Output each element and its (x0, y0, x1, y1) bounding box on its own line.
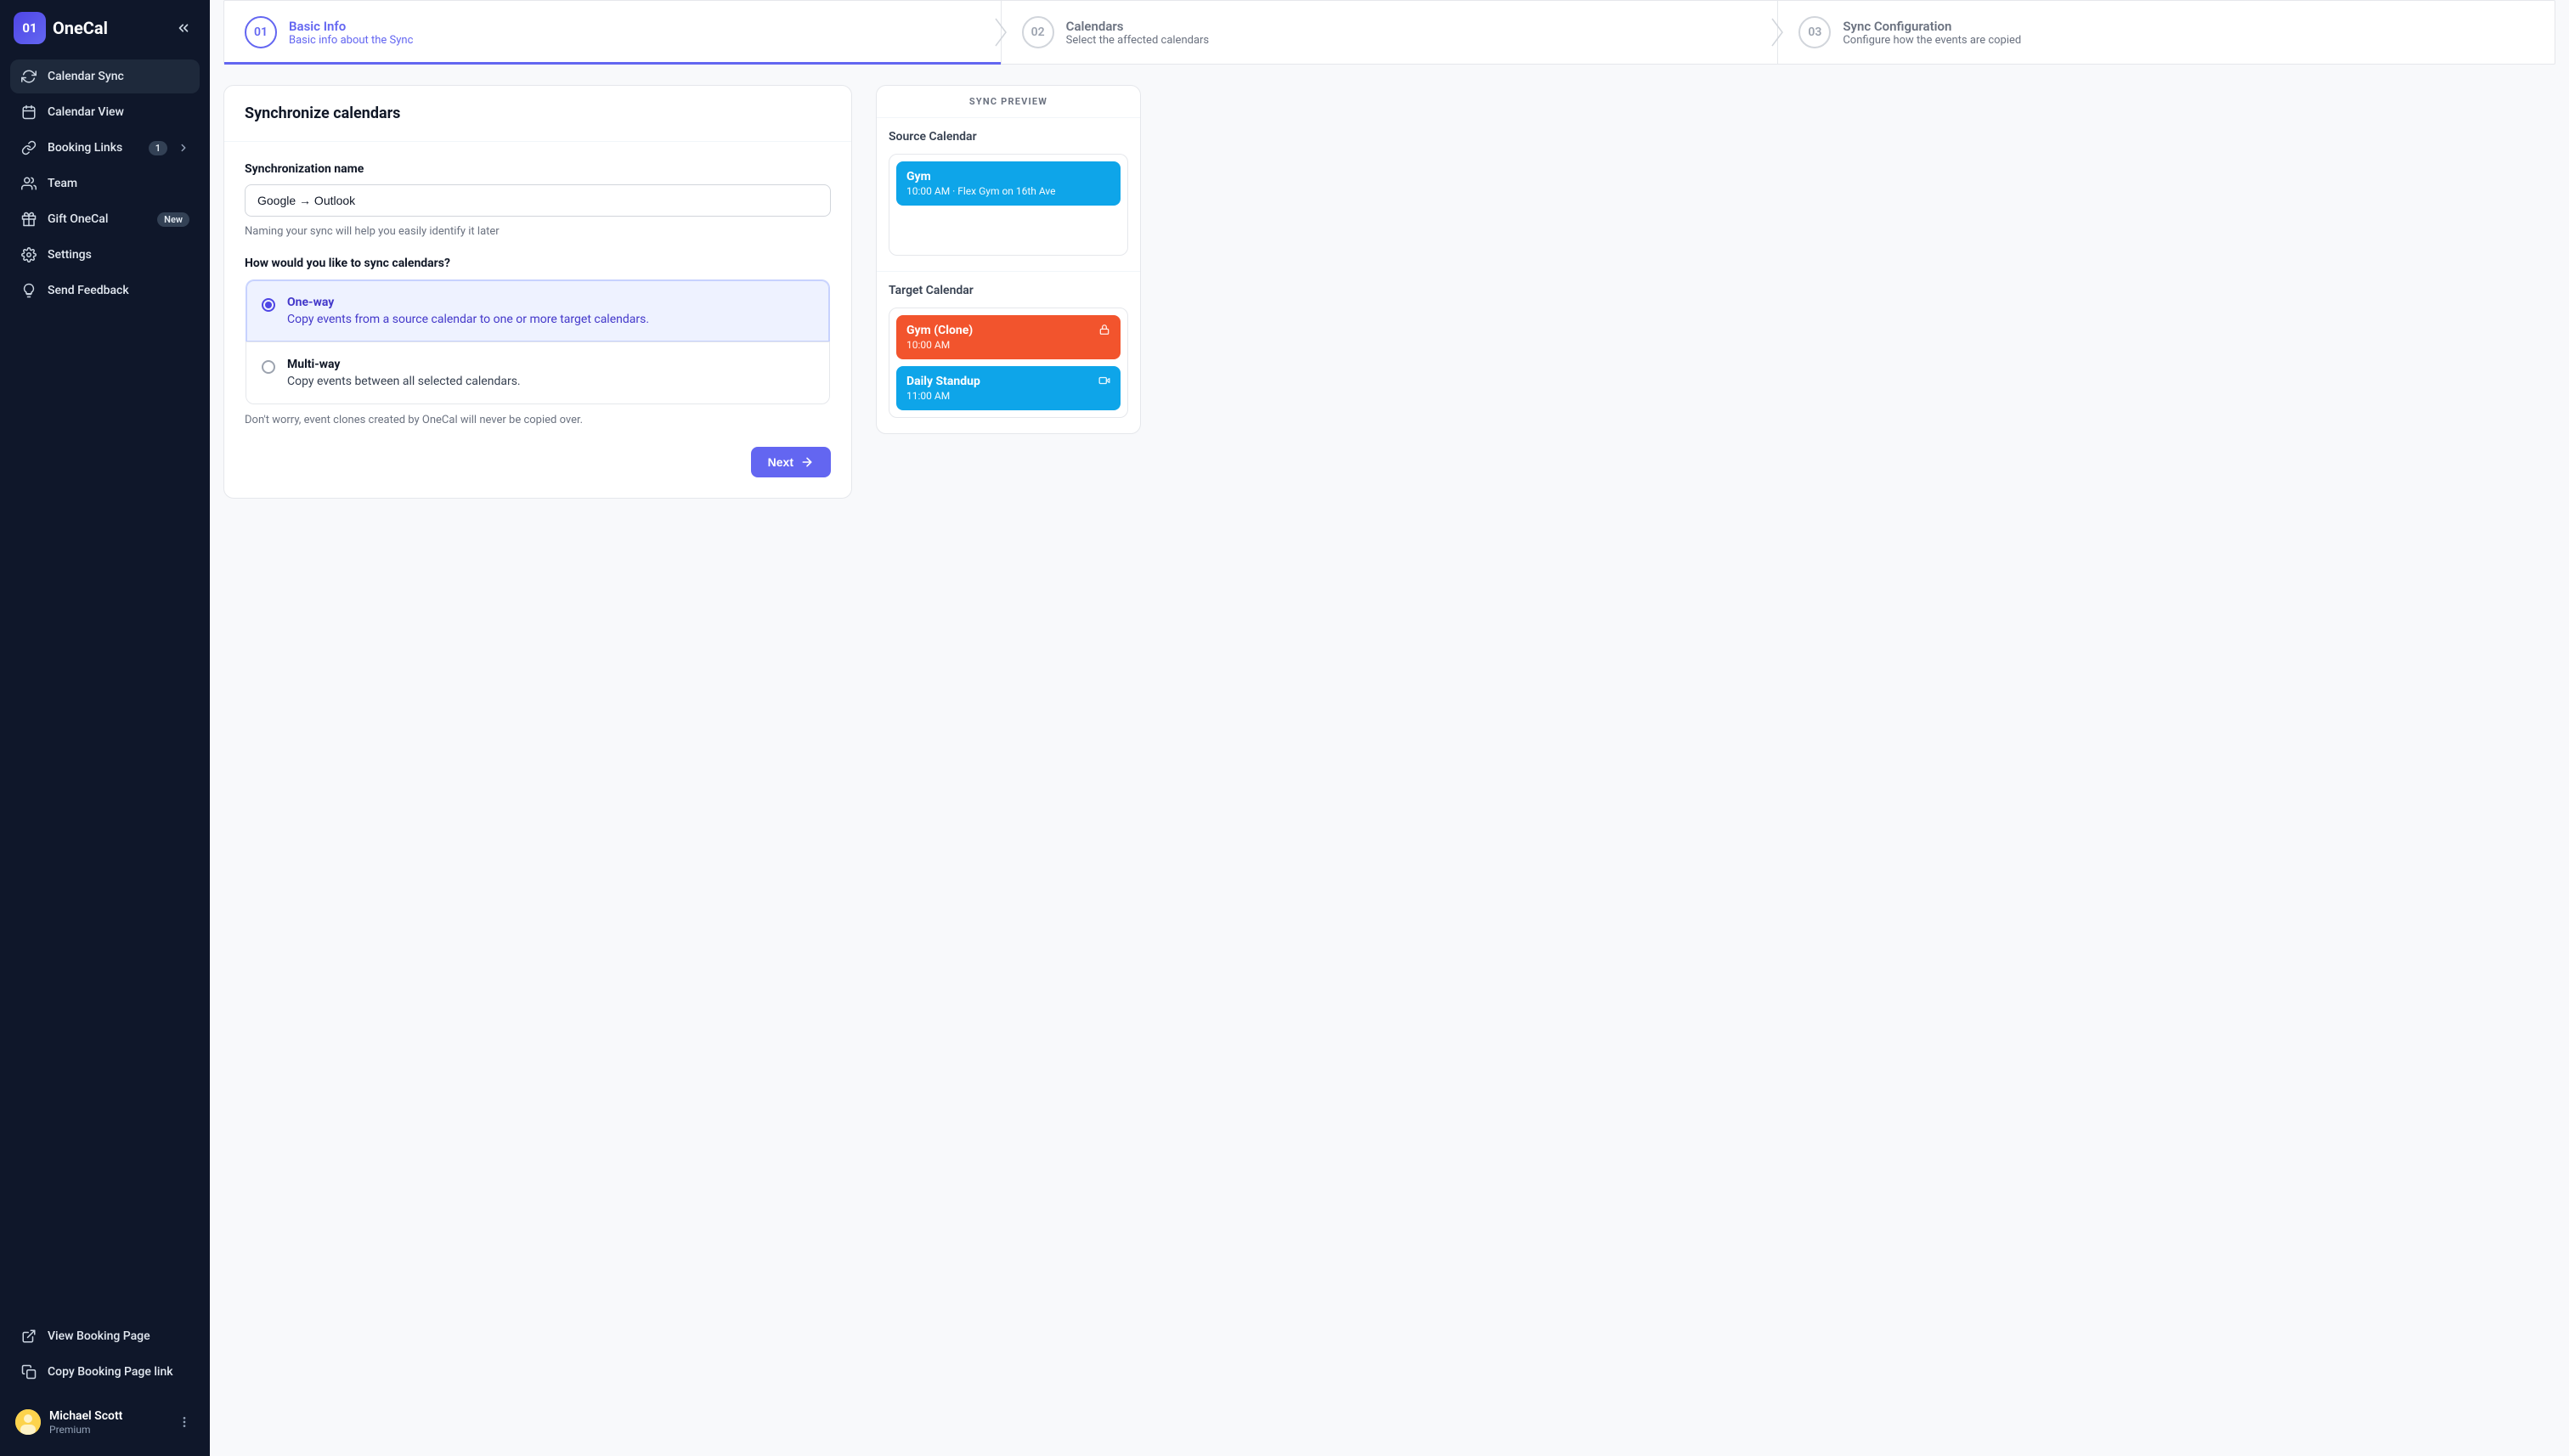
target-calendar-box: Gym (Clone) 10:00 AM Daily Standup 11:00… (889, 308, 1128, 418)
nav-team[interactable]: Team (10, 166, 200, 200)
nav-calendar-sync[interactable]: Calendar Sync (10, 59, 200, 93)
gift-icon (20, 211, 37, 228)
event-sub: 10:00 AM · Flex Gym on 16th Ave (906, 185, 1056, 197)
calendar-icon (20, 104, 37, 121)
avatar[interactable] (15, 1409, 41, 1435)
step-calendars[interactable]: 02 Calendars Select the affected calenda… (1002, 1, 1779, 64)
bulb-icon (20, 282, 37, 299)
nav-label: Calendar Sync (48, 70, 124, 83)
nav-label: Gift OneCal (48, 212, 108, 226)
field-sync-mode: How would you like to sync calendars? On… (245, 257, 831, 426)
user-menu-button[interactable] (174, 1412, 195, 1432)
step-basic-info[interactable]: 01 Basic Info Basic info about the Sync (224, 1, 1002, 64)
arrow-right-icon (800, 455, 814, 469)
logo-text: OneCal (53, 18, 108, 38)
step-title: Basic Info (289, 19, 413, 34)
stepper: 01 Basic Info Basic info about the Sync … (223, 0, 2555, 65)
nav-label: Team (48, 177, 77, 190)
gear-icon (20, 246, 37, 263)
event-card: Gym (Clone) 10:00 AM (896, 315, 1121, 359)
step-number: 02 (1022, 16, 1054, 48)
video-icon (1098, 375, 1110, 387)
nav-view-booking-page[interactable]: View Booking Page (10, 1319, 200, 1353)
lock-icon (1098, 324, 1110, 336)
option-desc: Copy events between all selected calenda… (287, 375, 521, 388)
step-subtitle: Configure how the events are copied (1843, 34, 2021, 47)
badge-count: 1 (149, 141, 167, 155)
step-number: 03 (1798, 16, 1831, 48)
next-button-label: Next (768, 455, 793, 469)
sync-name-input[interactable] (245, 184, 831, 217)
source-label: Source Calendar (889, 130, 1128, 144)
option-title: Multi-way (287, 358, 521, 371)
option-title: One-way (287, 296, 649, 309)
nav-label: Copy Booking Page link (48, 1365, 173, 1379)
user-row: Michael Scott Premium (10, 1401, 200, 1444)
chevron-double-left-icon (176, 20, 191, 36)
user-plan: Premium (49, 1424, 122, 1436)
field-label: Synchronization name (245, 162, 831, 176)
step-sync-config[interactable]: 03 Sync Configuration Configure how the … (1778, 1, 2555, 64)
chevron-right-icon (178, 142, 189, 154)
field-sync-name: Synchronization name Naming your sync wi… (245, 162, 831, 238)
form-heading: Synchronize calendars (245, 104, 831, 122)
target-calendar-section: Target Calendar Gym (Clone) 10:00 AM (877, 272, 1140, 433)
link-icon (20, 139, 37, 156)
event-sub: 10:00 AM (906, 339, 973, 351)
sync-icon (20, 68, 37, 85)
nav-gift[interactable]: Gift OneCal New (10, 202, 200, 236)
nav-label: Send Feedback (48, 284, 129, 297)
step-title: Calendars (1066, 19, 1209, 34)
nav-feedback[interactable]: Send Feedback (10, 274, 200, 308)
collapse-sidebar-button[interactable] (171, 15, 196, 41)
source-calendar-box: Gym 10:00 AM · Flex Gym on 16th Ave (889, 154, 1128, 256)
preview-title: SYNC PREVIEW (877, 86, 1140, 118)
event-card: Gym 10:00 AM · Flex Gym on 16th Ave (896, 161, 1121, 206)
nav-label: View Booking Page (48, 1329, 150, 1343)
sync-preview-card: SYNC PREVIEW Source Calendar Gym 10:00 A… (876, 85, 1141, 434)
nav-label: Booking Links (48, 141, 122, 155)
main: 01 Basic Info Basic info about the Sync … (210, 0, 2569, 1456)
step-subtitle: Select the affected calendars (1066, 34, 1209, 47)
step-title: Sync Configuration (1843, 19, 2021, 34)
team-icon (20, 175, 37, 192)
step-subtitle: Basic info about the Sync (289, 34, 413, 47)
radio-one-way[interactable]: One-way Copy events from a source calend… (246, 279, 830, 342)
user-name: Michael Scott (49, 1409, 122, 1424)
logo[interactable]: 01 OneCal (14, 12, 108, 44)
primary-nav: Calendar Sync Calendar View Booking Link… (10, 59, 200, 308)
nav-booking-links[interactable]: Booking Links 1 (10, 131, 200, 165)
step-number: 01 (245, 16, 277, 48)
radio-indicator (262, 298, 275, 312)
nav-label: Calendar View (48, 105, 124, 119)
nav-copy-booking-link[interactable]: Copy Booking Page link (10, 1355, 200, 1389)
next-button[interactable]: Next (751, 447, 831, 477)
dots-vertical-icon (178, 1415, 191, 1429)
radio-multi-way[interactable]: Multi-way Copy events between all select… (246, 341, 830, 404)
event-title: Daily Standup (906, 375, 980, 388)
source-calendar-section: Source Calendar Gym 10:00 AM · Flex Gym … (877, 118, 1140, 272)
sync-form-card: Synchronize calendars Synchronization na… (223, 85, 852, 499)
event-title: Gym (906, 170, 1056, 183)
radio-indicator (262, 360, 275, 374)
nav-label: Settings (48, 248, 92, 262)
sidebar: 01 OneCal Calendar Sync Calendar View Bo… (0, 0, 210, 1456)
copy-icon (20, 1363, 37, 1380)
nav-settings[interactable]: Settings (10, 238, 200, 272)
event-title: Gym (Clone) (906, 324, 973, 337)
target-label: Target Calendar (889, 284, 1128, 297)
nav-calendar-view[interactable]: Calendar View (10, 95, 200, 129)
field-hint: Naming your sync will help you easily id… (245, 225, 831, 238)
event-card: Daily Standup 11:00 AM (896, 366, 1121, 410)
external-icon (20, 1328, 37, 1345)
logo-mark: 01 (14, 12, 46, 44)
badge-new: New (157, 212, 189, 227)
field-label: How would you like to sync calendars? (245, 257, 831, 270)
event-sub: 11:00 AM (906, 390, 980, 402)
option-desc: Copy events from a source calendar to on… (287, 313, 649, 326)
options-hint: Don't worry, event clones created by One… (245, 414, 831, 426)
